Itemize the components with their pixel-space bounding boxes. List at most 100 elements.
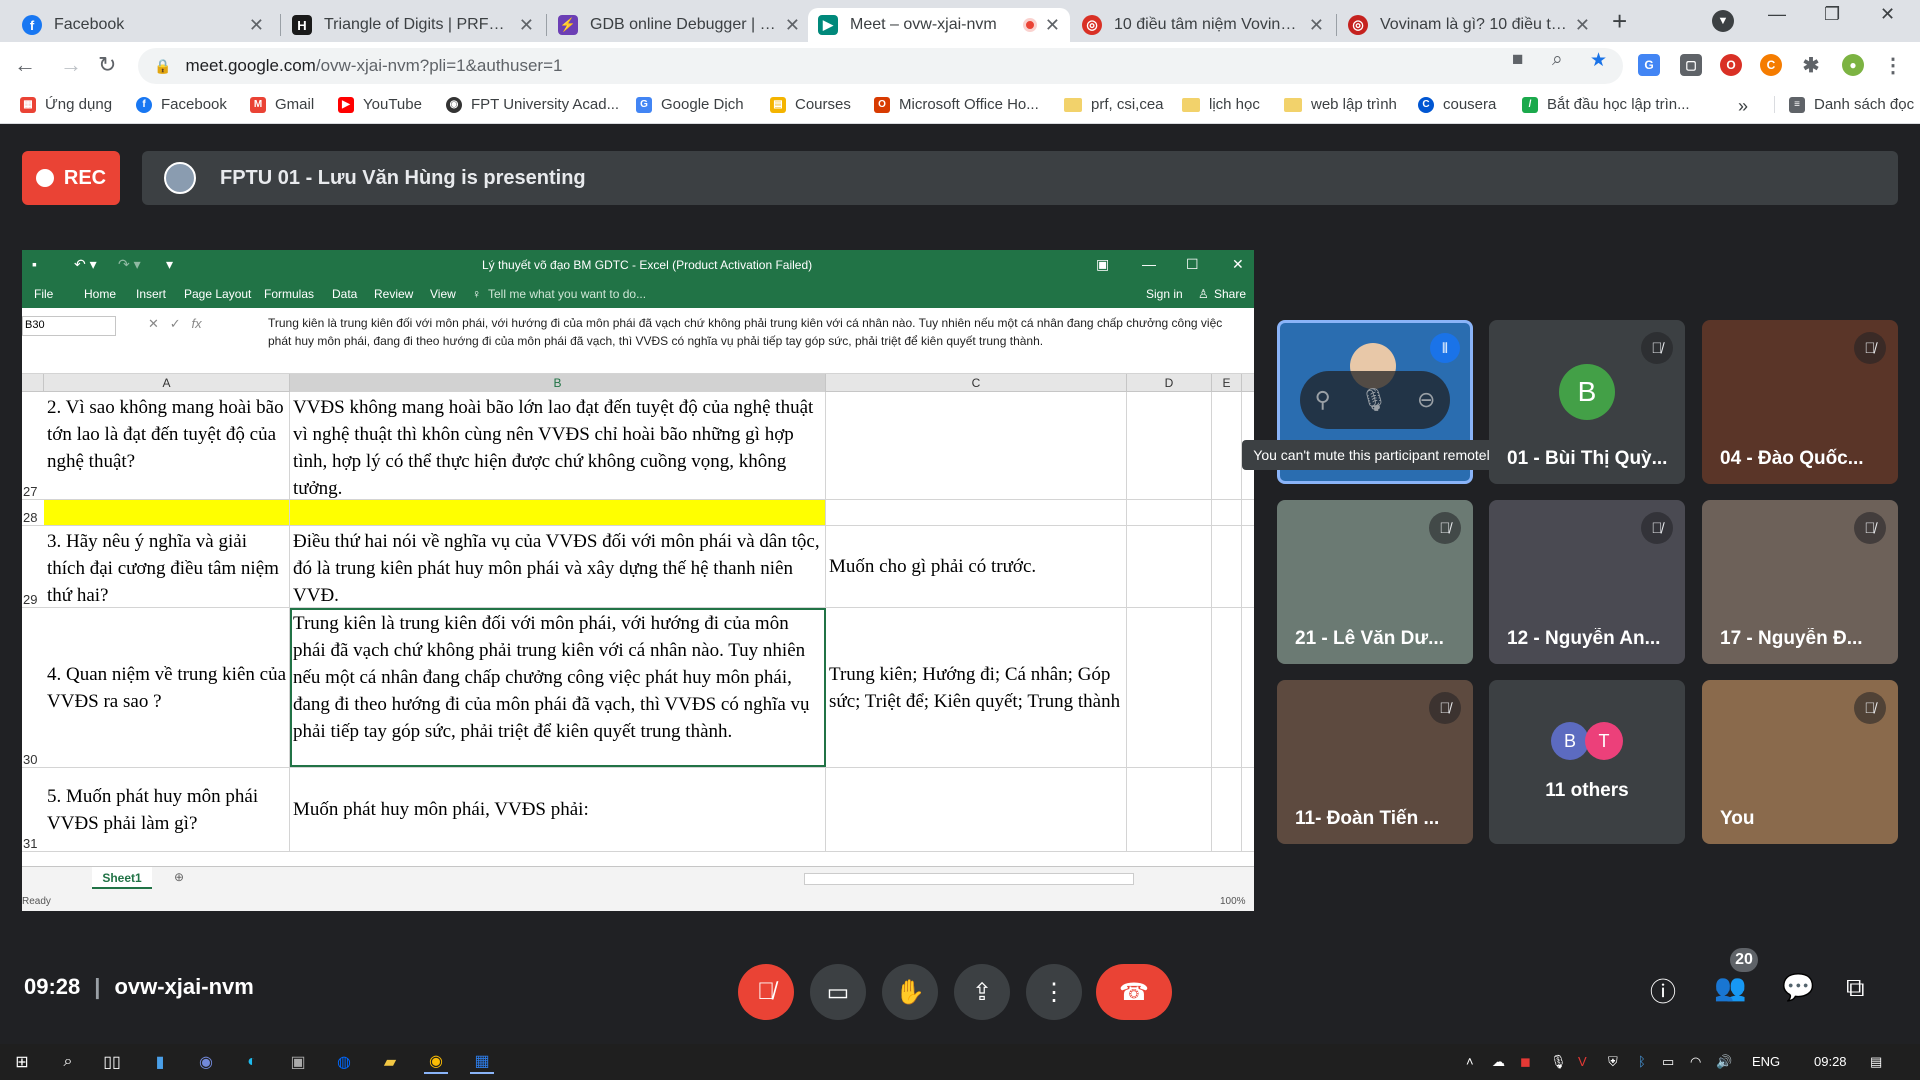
security-icon[interactable]: ⛨	[1608, 1054, 1618, 1070]
grammar-extension-icon[interactable]: C	[1760, 54, 1782, 76]
tab-hackerrank[interactable]: H Triangle of Digits | PRF192 - ✕	[282, 8, 544, 42]
sheet-tab: Sheet1	[92, 867, 152, 889]
tab-vovinam-1[interactable]: ◎ 10 điều tâm niệm Vovinam ✕	[1072, 8, 1334, 42]
discord-icon[interactable]: ◉	[194, 1050, 218, 1074]
battery-icon[interactable]: ▭	[1662, 1054, 1674, 1070]
present-screen-button[interactable]: ⇪	[954, 964, 1010, 1020]
cell-c30: Trung kiên; Hướng đi; Cá nhân; Góp sức; …	[826, 608, 1127, 767]
close-icon[interactable]: ✕	[1045, 15, 1060, 36]
camera-icon[interactable]: ■	[1512, 49, 1523, 71]
zalo-icon[interactable]: ◍	[332, 1050, 356, 1074]
participant-tile[interactable]: 🎙̸ 21 - Lê Văn Dư...	[1277, 500, 1473, 664]
tab-gdb[interactable]: ⚡ GDB online Debugger | Con ✕	[548, 8, 810, 42]
opera-extension-icon[interactable]: O	[1720, 54, 1742, 76]
participant-tile[interactable]: 🎙̸ 12 - Nguyễn An...	[1489, 500, 1685, 664]
notifications-icon[interactable]: ▤	[1870, 1054, 1882, 1070]
app-icon[interactable]: ▦	[470, 1050, 494, 1074]
people-icon[interactable]: 👥	[1714, 972, 1746, 1003]
bookmark-gmail[interactable]: M Gmail	[250, 96, 314, 113]
maximize-button[interactable]: ❐	[1824, 4, 1840, 25]
close-icon[interactable]: ✕	[249, 15, 264, 36]
tray-chevron-icon[interactable]: ˄	[1466, 1054, 1474, 1069]
camera-button[interactable]: ▭	[810, 964, 866, 1020]
language-indicator[interactable]: ENG	[1752, 1054, 1780, 1069]
new-tab-button[interactable]: +	[1612, 8, 1627, 34]
bookmark-star-icon[interactable]: ★	[1590, 49, 1607, 72]
extension-icon[interactable]: ▢	[1680, 54, 1702, 76]
bookmark-facebook[interactable]: f Facebook	[136, 96, 227, 113]
chrome-icon[interactable]: ◉	[424, 1050, 448, 1074]
bookmark-office[interactable]: O Microsoft Office Ho...	[874, 96, 1039, 113]
participant-tile[interactable]: 🎙̸ 17 - Nguyễn Đ...	[1702, 500, 1898, 664]
raise-hand-button[interactable]: ✋	[882, 964, 938, 1020]
bookmark-apps[interactable]: ▦ Ứng dụng	[20, 96, 112, 113]
tray-app-icon[interactable]: ◼	[1520, 1054, 1531, 1070]
puzzle-extensions-icon[interactable]: ✱	[1800, 54, 1822, 77]
tray-app-icon[interactable]: V	[1578, 1054, 1587, 1069]
cell-e27	[1212, 392, 1242, 499]
tab-facebook[interactable]: f Facebook ✕	[12, 8, 274, 42]
taskbar-clock[interactable]: 09:28	[1814, 1054, 1847, 1069]
leave-call-button[interactable]: ☎	[1096, 964, 1172, 1020]
microphone-tray-icon[interactable]: 🎙	[1550, 1054, 1567, 1070]
lock-icon[interactable]: 🔒	[154, 58, 171, 75]
bookmark-coursera[interactable]: Ccousera	[1418, 96, 1496, 113]
close-window-button[interactable]: ✕	[1880, 4, 1895, 25]
start-icon[interactable]: ⊞	[10, 1050, 34, 1074]
cell-c31	[826, 768, 1127, 851]
tab-search-icon[interactable]: ▼	[1712, 10, 1734, 32]
bookmark-folder-lich-hoc[interactable]: lịch học	[1182, 96, 1260, 113]
bookmark-label: Facebook	[161, 96, 227, 113]
close-icon[interactable]: ✕	[1575, 15, 1590, 36]
remove-icon[interactable]: ⊖	[1417, 387, 1435, 413]
more-options-button[interactable]: ⋮	[1026, 964, 1082, 1020]
zoom-icon[interactable]: ⌕	[1552, 49, 1563, 71]
close-icon[interactable]: ✕	[785, 15, 800, 36]
close-icon[interactable]: ✕	[519, 15, 534, 36]
search-icon[interactable]: ⌕	[56, 1050, 80, 1074]
bookmark-courses[interactable]: ▤ Courses	[770, 96, 851, 113]
participant-tile-self[interactable]: 🎙̸ You	[1702, 680, 1898, 844]
tab-meet[interactable]: ▶ Meet – ovw-xjai-nvm ✕	[808, 8, 1070, 42]
address-bar[interactable]: 🔒 meet.google.com/ovw-xjai-nvm?pli=1&aut…	[138, 48, 1623, 84]
activities-icon[interactable]: ⧉	[1846, 972, 1865, 1004]
reading-list-button[interactable]: ≡ Danh sách đọc	[1774, 96, 1914, 113]
mic-off-button[interactable]: 🎙̸	[738, 964, 794, 1020]
menu-kebab-icon[interactable]: ⋮	[1882, 54, 1904, 77]
file-icon[interactable]: ▮	[148, 1050, 172, 1074]
bookmark-fpt[interactable]: ◉ FPT University Acad...	[446, 96, 619, 113]
mic-icon[interactable]: 🎙	[1360, 387, 1388, 413]
participant-tile-others[interactable]: B T 11 others	[1489, 680, 1685, 844]
edge-icon[interactable]: ◐	[240, 1050, 264, 1074]
profile-avatar[interactable]: ●	[1842, 54, 1864, 76]
task-view-icon[interactable]: ▯▯	[100, 1050, 124, 1074]
volume-icon[interactable]: 🔊	[1716, 1054, 1732, 1070]
reload-button[interactable]: ↻	[98, 52, 116, 78]
pin-icon[interactable]: ⚲	[1315, 387, 1331, 413]
participant-name: You	[1720, 808, 1755, 829]
minimize-button[interactable]: —	[1768, 4, 1786, 25]
chat-icon[interactable]: 💬	[1782, 972, 1814, 1003]
tell-me-box: Tell me what you want to do...	[488, 287, 647, 301]
back-button[interactable]: ←	[14, 52, 36, 78]
bookmark-folder-web[interactable]: web lập trình	[1284, 96, 1397, 113]
meet-stage: REC FPTU 01 - Lưu Văn Hùng is presenting…	[0, 124, 1920, 1044]
forward-button[interactable]: →	[60, 52, 82, 78]
photos-icon[interactable]: ▣	[286, 1050, 310, 1074]
meeting-details-icon[interactable]: ⓘ	[1650, 972, 1676, 1009]
bookmark-translate[interactable]: G Google Dịch	[636, 96, 744, 113]
tab-vovinam-2[interactable]: ◎ Vovinam là gì? 10 điều tâm ✕	[1338, 8, 1600, 42]
wifi-icon[interactable]: ◠	[1690, 1054, 1701, 1070]
translate-extension-icon[interactable]: G	[1638, 54, 1660, 76]
bookmark-youtube[interactable]: ▶ YouTube	[338, 96, 422, 113]
bookmark-hoc-lap-trinh[interactable]: / Bắt đầu học lập trìn...	[1522, 96, 1690, 113]
file-explorer-icon[interactable]: ▰	[378, 1050, 402, 1074]
participant-tile[interactable]: 🎙̸ 04 - Đào Quốc...	[1702, 320, 1898, 484]
close-icon[interactable]: ✕	[1309, 15, 1324, 36]
bookmarks-more-button[interactable]: »	[1738, 96, 1748, 117]
bookmark-folder-prf[interactable]: prf, csi,cea	[1064, 96, 1164, 113]
bluetooth-icon[interactable]: ᛒ	[1638, 1054, 1646, 1069]
participant-tile[interactable]: B 🎙̸ 01 - Bùi Thị Quỳ...	[1489, 320, 1685, 484]
participant-tile[interactable]: 🎙̸ 11- Đoàn Tiến ...	[1277, 680, 1473, 844]
onedrive-icon[interactable]: ☁	[1492, 1054, 1505, 1070]
